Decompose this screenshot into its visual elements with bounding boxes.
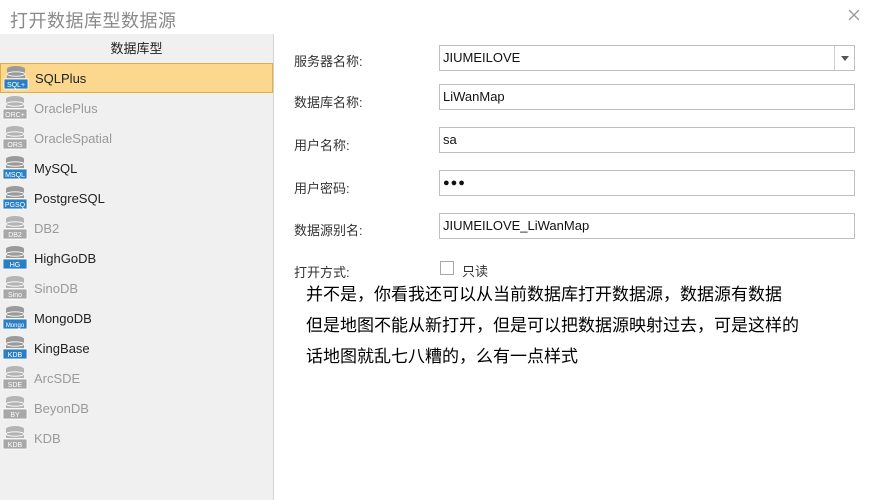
ds-item-oraclespatial[interactable]: ORS OracleSpatial <box>0 123 273 153</box>
db2-icon-text: DB2 <box>8 232 22 239</box>
comment-line: 话地图就乱七八糟的，么有一点样式 <box>306 347 578 367</box>
readonly-label: 只读 <box>462 264 489 279</box>
kingbase-database-icon: KDB <box>2 336 28 360</box>
ds-label-highgodb: HighGoDB <box>34 250 97 266</box>
ds-label-beyondb: BeyonDB <box>34 400 89 416</box>
sqlplus-icon-text: SQL+ <box>7 82 25 89</box>
close-icon[interactable] <box>846 7 862 23</box>
server-dropdown-button[interactable] <box>834 46 854 70</box>
ds-label-kdb: KDB <box>34 430 61 446</box>
password-input[interactable]: ●●● <box>439 170 855 196</box>
ds-label-kingbase: KingBase <box>34 340 90 356</box>
ds-label-db2: DB2 <box>34 220 60 236</box>
kdb-database-icon: KDB <box>2 426 28 450</box>
datasource-type-sidebar: 数据库型 SQL+ SQLPlus ORC+ OraclePlus ORS Or… <box>0 34 274 500</box>
kdb-icon-text: KDB <box>8 442 23 449</box>
postgresql-icon-text: PGSQ <box>5 202 26 209</box>
open-mode-label: 打开方式: <box>294 265 350 280</box>
ds-label-sqlplus: SQLPlus <box>35 70 87 86</box>
connection-form: 服务器名称: JIUMEILOVE 数据库名称: LiWanMap 用户名称: … <box>274 34 894 500</box>
oracleplus-database-icon: ORC+ <box>2 96 28 120</box>
ds-item-oracleplus[interactable]: ORC+ OraclePlus <box>0 93 273 123</box>
highgodb-database-icon: HG <box>2 246 28 270</box>
ds-label-postgresql: PostgreSQL <box>34 190 105 206</box>
mongodb-database-icon: Mongo <box>2 306 28 330</box>
beyondb-database-icon: BY <box>2 396 28 420</box>
ds-item-sinodb[interactable]: Sino SinoDB <box>0 273 273 303</box>
ds-item-mongodb[interactable]: Mongo MongoDB <box>0 303 273 333</box>
user-input[interactable]: sa <box>439 127 855 153</box>
server-value: JIUMEILOVE <box>443 50 521 65</box>
comment-line: 并不是，你看我还可以从当前数据库打开数据源，数据源有数据 <box>306 285 782 305</box>
highgodb-icon-text: HG <box>10 262 21 269</box>
ds-label-sinodb: SinoDB <box>34 280 79 296</box>
arcsde-icon-text: SDE <box>8 382 23 389</box>
database-label: 数据库名称: <box>294 95 363 110</box>
user-label: 用户名称: <box>294 138 350 153</box>
oraclespatial-database-icon: ORS <box>2 126 28 150</box>
ds-item-postgresql[interactable]: PGSQ PostgreSQL <box>0 183 273 213</box>
ds-item-beyondb[interactable]: BY BeyonDB <box>0 393 273 423</box>
mysql-icon-text: MSQL <box>5 172 25 179</box>
alias-input[interactable]: JIUMEILOVE_LiWanMap <box>439 213 855 239</box>
ds-item-kingbase[interactable]: KDB KingBase <box>0 333 273 363</box>
ds-item-arcsde[interactable]: SDE ArcSDE <box>0 363 273 393</box>
kingbase-icon-text: KDB <box>8 352 23 359</box>
db2-database-icon: DB2 <box>2 216 28 240</box>
postgresql-database-icon: PGSQ <box>2 186 28 210</box>
arcsde-database-icon: SDE <box>2 366 28 390</box>
sinodb-database-icon: Sino <box>2 276 28 300</box>
ds-label-oraclespatial: OracleSpatial <box>34 130 113 146</box>
ds-label-mysql: MySQL <box>34 160 78 176</box>
ds-item-kdb[interactable]: KDB KDB <box>0 423 273 453</box>
mysql-database-icon: MSQL <box>2 156 28 180</box>
readonly-checkbox[interactable] <box>440 261 454 275</box>
password-label: 用户密码: <box>294 181 350 196</box>
comment-line: 但是地图不能从新打开，但是可以把数据源映射过去，可是这样的 <box>306 316 799 336</box>
datasource-list: SQL+ SQLPlus ORC+ OraclePlus ORS OracleS… <box>0 63 273 453</box>
beyondb-icon-text: BY <box>10 412 20 419</box>
ds-label-oracleplus: OraclePlus <box>34 100 98 116</box>
sinodb-icon-text: Sino <box>8 292 22 299</box>
ds-item-highgodb[interactable]: HG HighGoDB <box>0 243 273 273</box>
oraclespatial-icon-text: ORS <box>7 142 23 149</box>
server-combobox[interactable]: JIUMEILOVE <box>439 45 855 71</box>
ds-item-db2[interactable]: DB2 DB2 <box>0 213 273 243</box>
window-title: 打开数据库型数据源 <box>10 11 177 31</box>
sqlplus-database-icon: SQL+ <box>3 66 29 90</box>
title-bar: 打开数据库型数据源 <box>0 0 894 34</box>
mongodb-icon-text: Mongo <box>6 323 25 329</box>
oracleplus-icon-text: ORC+ <box>5 112 25 119</box>
overlay-comment: 并不是，你看我还可以从当前数据库打开数据源，数据源有数据 但是地图不能从新打开，… <box>306 280 886 373</box>
ds-label-mongodb: MongoDB <box>34 310 92 326</box>
sidebar-header: 数据库型 <box>110 41 163 56</box>
chevron-down-icon <box>840 55 849 61</box>
alias-label: 数据源别名: <box>294 223 363 238</box>
ds-item-sqlplus[interactable]: SQL+ SQLPlus <box>0 63 273 93</box>
database-input[interactable]: LiWanMap <box>439 84 855 110</box>
ds-label-arcsde: ArcSDE <box>34 370 81 386</box>
server-label: 服务器名称: <box>294 54 363 69</box>
ds-item-mysql[interactable]: MSQL MySQL <box>0 153 273 183</box>
